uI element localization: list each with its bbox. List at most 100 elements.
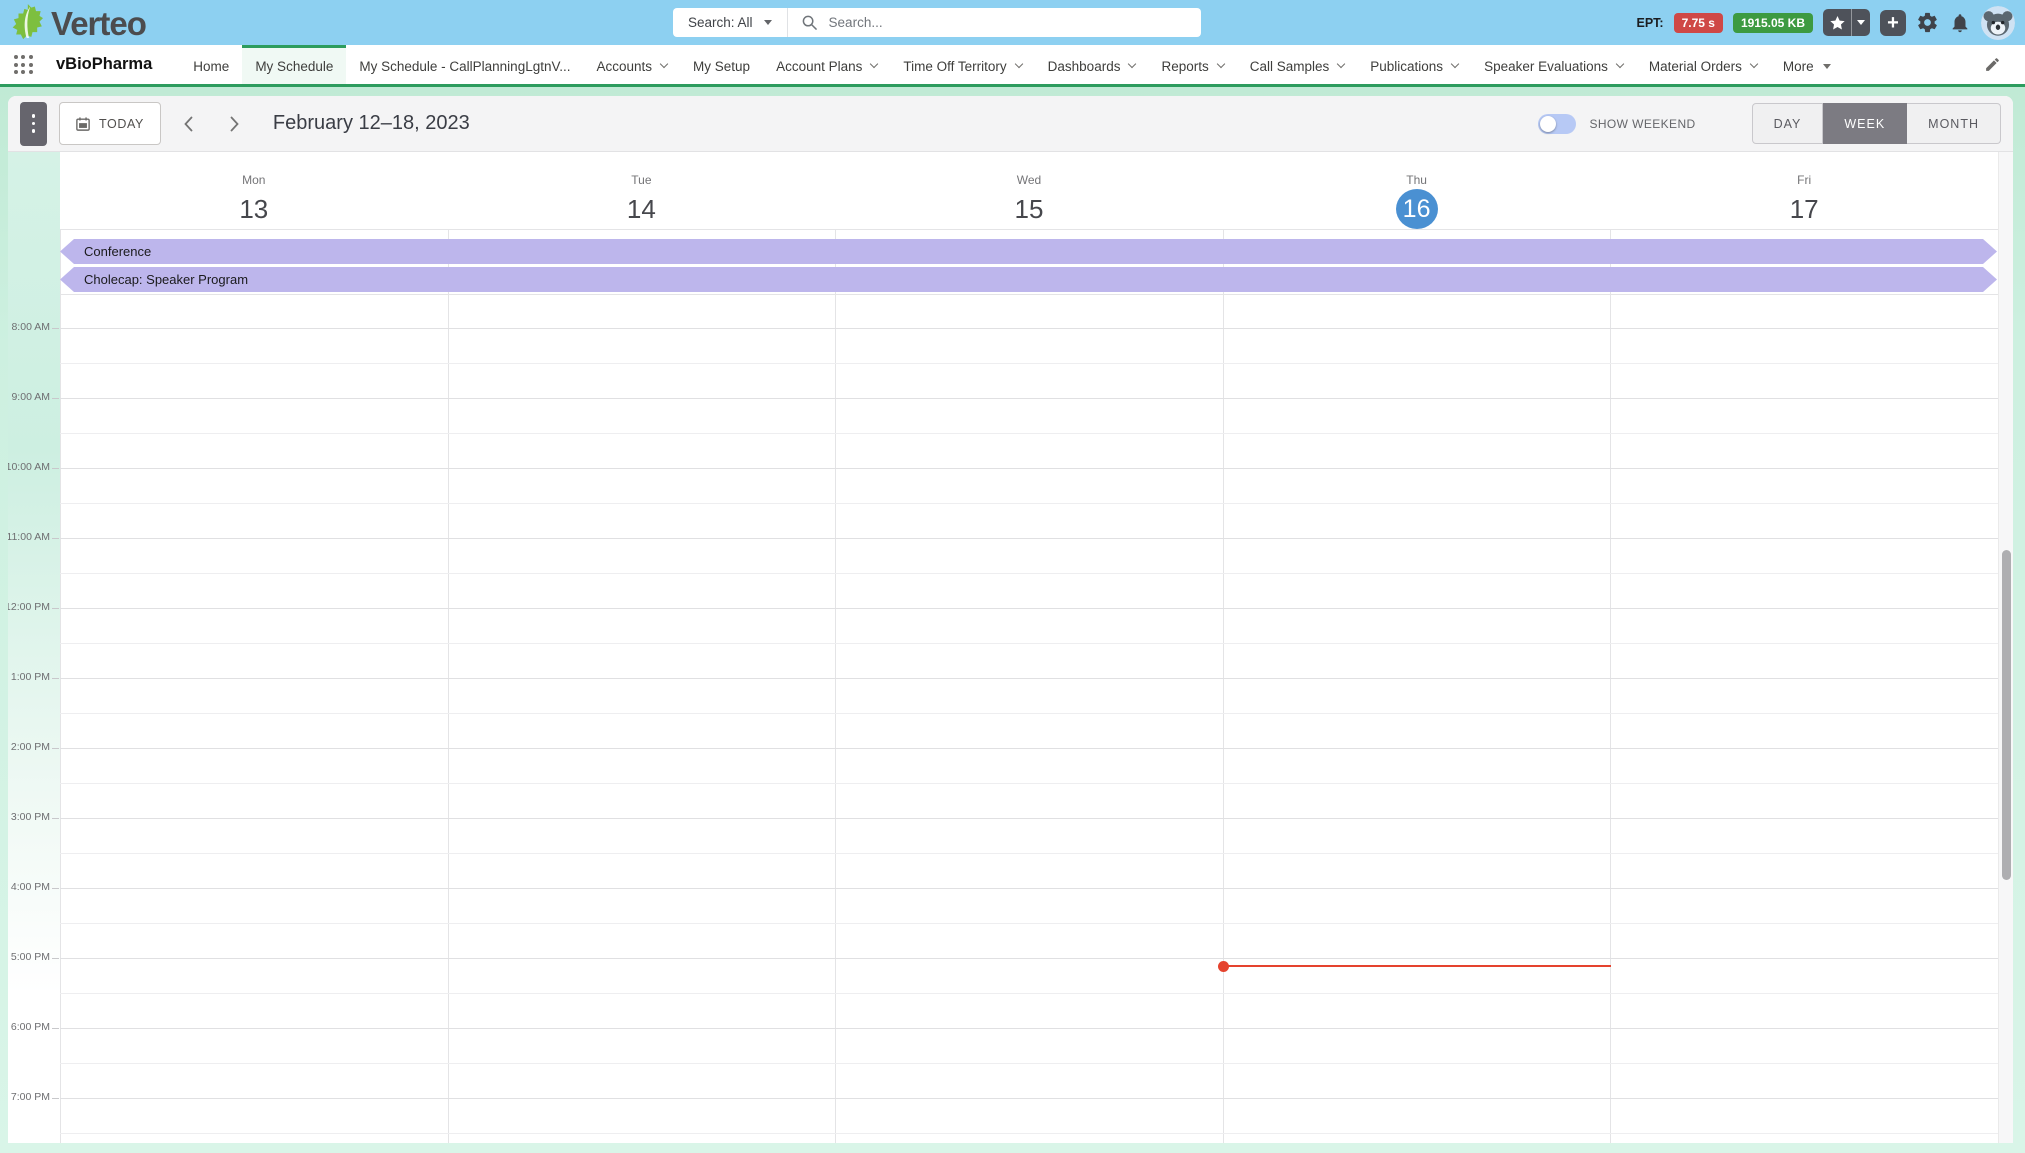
today-button[interactable]: TODAY: [59, 102, 161, 145]
day-header[interactable]: Tue 14: [448, 152, 836, 229]
nav-tab[interactable]: Reports: [1148, 45, 1236, 84]
nav-tab[interactable]: Speaker Evaluations: [1471, 45, 1636, 84]
show-weekend-toggle[interactable]: [1538, 114, 1576, 134]
time-label: 12:00 PM: [8, 601, 50, 613]
nav-tab[interactable]: My Schedule - CallPlanningLgtnV...: [346, 45, 583, 84]
nav-tab[interactable]: Accounts: [584, 45, 681, 84]
bell-icon: [1949, 12, 1971, 34]
search-input[interactable]: [827, 14, 1187, 31]
day-name: Fri: [1797, 173, 1811, 187]
nav-tab[interactable]: My Setup: [680, 45, 763, 84]
day-header[interactable]: Mon 13: [60, 152, 448, 229]
calendar-menu-button[interactable]: [20, 102, 47, 146]
chevron-down-icon: [764, 20, 772, 25]
nav-tab-label: My Schedule: [255, 59, 333, 74]
time-tick: [52, 608, 59, 609]
view-switcher: DAYWEEKMONTH: [1752, 103, 2001, 144]
nav-tab[interactable]: Material Orders: [1636, 45, 1770, 84]
nav-tab[interactable]: More: [1770, 45, 1844, 84]
day-header[interactable]: Wed 15: [835, 152, 1223, 229]
half-hour-gridline: [60, 783, 1998, 784]
global-header: Verteo Search: All EPT: 7.75 s 1915.05 K…: [0, 0, 2025, 45]
search-scope-label: Search: All: [688, 15, 753, 30]
leaf-icon: [10, 3, 48, 45]
chevron-down-icon: [1216, 60, 1224, 68]
half-hour-gridline: [60, 573, 1998, 574]
time-tick: [52, 748, 59, 749]
time-tick: [52, 818, 59, 819]
time-label: 2:00 PM: [8, 741, 50, 753]
time-label: 4:00 PM: [8, 881, 50, 893]
hour-gridline: [60, 818, 1998, 819]
favorites-dropdown[interactable]: [1851, 9, 1870, 36]
user-avatar[interactable]: [1981, 6, 2015, 40]
search-scope-button[interactable]: Search: All: [673, 8, 788, 37]
global-actions-button[interactable]: +: [1880, 10, 1906, 36]
nav-tab[interactable]: Home: [180, 45, 242, 84]
pencil-icon: [1984, 56, 2001, 73]
notifications-button[interactable]: [1949, 12, 1971, 34]
search-field: [788, 14, 1201, 31]
chevron-down-icon: [1128, 60, 1136, 68]
half-hour-gridline: [60, 853, 1998, 854]
view-button[interactable]: DAY: [1752, 103, 1824, 144]
view-button[interactable]: WEEK: [1823, 103, 1907, 144]
hour-gridline: [60, 538, 1998, 539]
hour-gridline: [60, 1098, 1998, 1099]
hour-gridline: [60, 678, 1998, 679]
time-tick: [52, 328, 59, 329]
app-name: vBioPharma: [46, 45, 180, 84]
toggle-knob: [1540, 116, 1556, 132]
day-name: Mon: [242, 173, 265, 187]
nav-tab-label: Material Orders: [1649, 59, 1742, 74]
nav-tab[interactable]: Dashboards: [1035, 45, 1149, 84]
favorites-button[interactable]: [1823, 9, 1870, 36]
previous-week-button[interactable]: [171, 104, 207, 144]
day-header[interactable]: Thu 16: [1223, 152, 1611, 229]
nav-tab[interactable]: Publications: [1357, 45, 1471, 84]
current-time-line: [1223, 965, 1611, 967]
time-label: 6:00 PM: [8, 1021, 50, 1033]
nav-tab[interactable]: Time Off Territory: [890, 45, 1034, 84]
ept-label: EPT:: [1636, 16, 1663, 30]
view-button[interactable]: MONTH: [1907, 103, 2001, 144]
date-range-title: February 12–18, 2023: [273, 112, 470, 135]
time-tick: [52, 888, 59, 889]
time-label: 9:00 AM: [8, 391, 50, 403]
half-hour-gridline: [60, 503, 1998, 504]
chevron-down-icon: [1451, 60, 1459, 68]
time-label: 11:00 AM: [8, 531, 50, 543]
nav-tab[interactable]: My Schedule: [242, 45, 346, 84]
half-hour-gridline: [60, 1133, 1998, 1134]
chevron-down-icon: [1014, 60, 1022, 68]
nav-tab[interactable]: Call Samples: [1237, 45, 1358, 84]
day-number: 17: [1790, 194, 1819, 224]
chevron-down-icon: [1823, 64, 1831, 69]
all-day-event[interactable]: Cholecap: Speaker Program: [60, 267, 1997, 292]
chevron-down-icon: [660, 60, 668, 68]
day-header[interactable]: Fri 17: [1610, 152, 1998, 229]
hour-gridline: [60, 748, 1998, 749]
chevron-down-icon: [1616, 60, 1624, 68]
show-weekend-label: SHOW WEEKEND: [1589, 117, 1695, 131]
nav-tab[interactable]: Account Plans: [763, 45, 890, 84]
day-name: Tue: [631, 173, 651, 187]
edit-navigation-button[interactable]: [1978, 55, 2007, 74]
nav-tab-label: Dashboards: [1048, 59, 1121, 74]
next-week-button[interactable]: [217, 104, 253, 144]
hour-gridline: [60, 468, 1998, 469]
time-grid: 8:00 AM 9:00 AM 10:00 AM 11:00 AM: [8, 295, 2013, 1143]
today-label: TODAY: [99, 117, 144, 131]
day-number: 13: [239, 194, 268, 224]
calendar-card: TODAY February 12–18, 2023 SHOW WEEKEND …: [8, 96, 2013, 1143]
half-hour-gridline: [60, 363, 1998, 364]
scrollbar-thumb[interactable]: [2002, 550, 2011, 880]
search-icon: [802, 15, 817, 30]
setup-button[interactable]: [1916, 11, 1939, 34]
vertical-scrollbar: [1998, 152, 2013, 1143]
hour-gridline: [60, 1028, 1998, 1029]
app-launcher-button[interactable]: [0, 45, 46, 84]
all-day-event[interactable]: Conference: [60, 239, 1997, 264]
time-label: 3:00 PM: [8, 811, 50, 823]
time-tick: [52, 1028, 59, 1029]
